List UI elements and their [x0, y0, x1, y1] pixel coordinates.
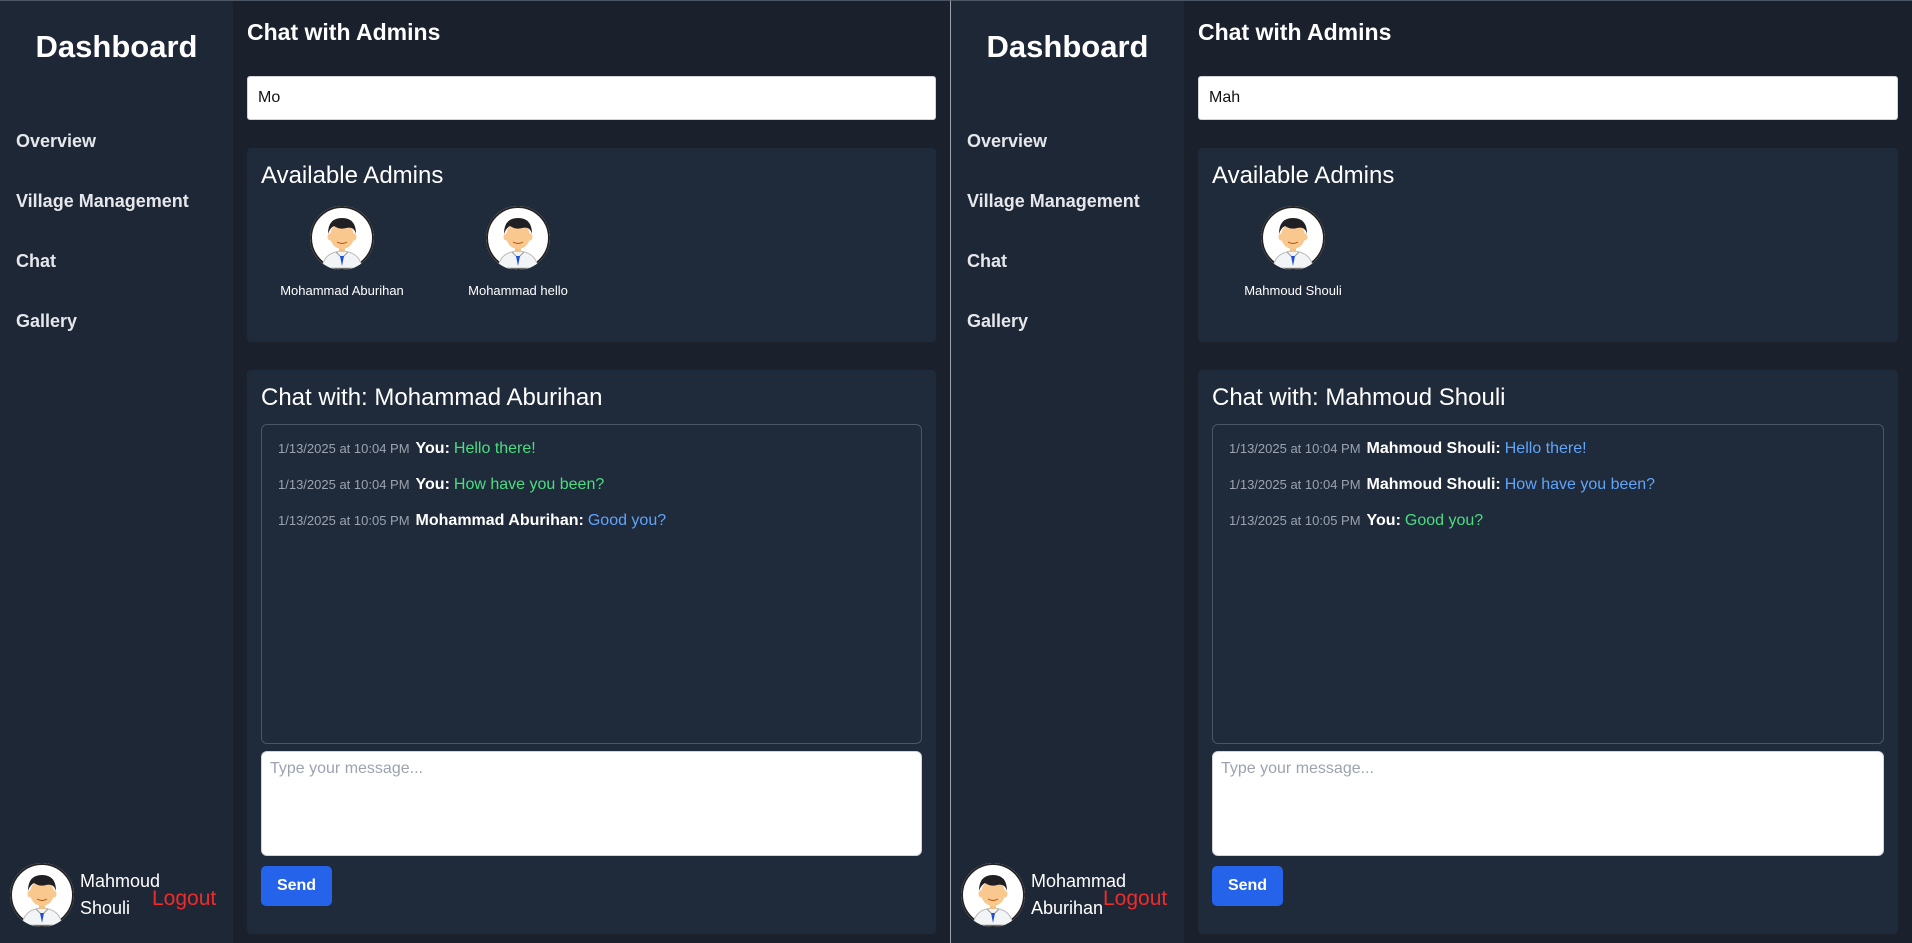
chat-card: Chat with: Mahmoud Shouli 1/13/2025 at 1… — [1198, 370, 1898, 934]
message-list[interactable]: 1/13/2025 at 10:04 PM Mahmoud Shouli: Hell… — [1212, 424, 1884, 744]
chat-message: 1/13/2025 at 10:04 PM You: Hello there! — [278, 439, 905, 459]
available-admins-card: Available Admins Mohammad Aburihan Moham… — [247, 148, 936, 342]
message-sender: Mahmoud Shouli: — [1366, 476, 1501, 493]
chat-message: 1/13/2025 at 10:05 PM Mohammad Aburihan: G… — [278, 511, 905, 531]
chat-card: Chat with: Mohammad Aburihan 1/13/2025 a… — [247, 370, 936, 934]
message-sender: Mohammad Aburihan: — [415, 512, 584, 529]
sidebar-item-chat[interactable]: Chat — [0, 251, 233, 311]
sidebar-item-village-management[interactable]: Village Management — [951, 191, 1184, 251]
brand-title: Dashboard — [35, 29, 198, 64]
message-sender: You: — [415, 440, 450, 457]
message-text: How have you been? — [453, 476, 605, 493]
sidebar-item-chat[interactable]: Chat — [951, 251, 1184, 311]
chat-message: 1/13/2025 at 10:04 PM Mahmoud Shouli: How … — [1229, 475, 1867, 495]
message-timestamp: 1/13/2025 at 10:05 PM — [1229, 513, 1361, 528]
message-text: Good you? — [587, 512, 667, 529]
message-sender: You: — [415, 476, 450, 493]
message-timestamp: 1/13/2025 at 10:04 PM — [278, 477, 410, 492]
sidebar-item-gallery[interactable]: Gallery — [0, 311, 233, 371]
admin-avatar-icon — [486, 206, 550, 270]
message-sender: Mahmoud Shouli: — [1366, 440, 1501, 457]
brand-title: Dashboard — [986, 29, 1149, 64]
admin-list: Mahmoud Shouli — [1212, 206, 1884, 298]
send-button[interactable]: Send — [261, 866, 332, 906]
admin-list: Mohammad Aburihan Mohammad hello — [261, 206, 922, 298]
message-timestamp: 1/13/2025 at 10:04 PM — [1229, 441, 1361, 456]
user-last-name: Aburihan — [1031, 898, 1104, 918]
message-input[interactable] — [261, 751, 922, 856]
available-admins-heading: Available Admins — [1212, 162, 1395, 189]
admin-search-input[interactable] — [1198, 76, 1898, 120]
page-title: Chat with Admins — [247, 19, 441, 45]
send-button[interactable]: Send — [1212, 866, 1283, 906]
admin-item[interactable]: Mohammad Aburihan — [261, 206, 423, 298]
user-avatar-icon — [10, 863, 74, 927]
user-avatar-icon — [961, 863, 1025, 927]
message-sender: You: — [1366, 512, 1401, 529]
message-text: Hello there! — [453, 440, 536, 457]
message-text: How have you been? — [1504, 476, 1656, 493]
admin-avatar-icon — [1261, 206, 1325, 270]
sidebar-item-gallery[interactable]: Gallery — [951, 311, 1184, 371]
message-timestamp: 1/13/2025 at 10:05 PM — [278, 513, 410, 528]
sidebar: Dashboard Overview Village Management Ch… — [0, 1, 233, 943]
admin-item[interactable]: Mahmoud Shouli — [1212, 206, 1374, 298]
main-content: Chat with Admins Available Admins Mahmou… — [1184, 1, 1912, 943]
sidebar: Dashboard Overview Village Management Ch… — [951, 1, 1184, 943]
message-timestamp: 1/13/2025 at 10:04 PM — [1229, 477, 1361, 492]
message-text: Hello there! — [1504, 440, 1587, 457]
chat-message: 1/13/2025 at 10:05 PM You: Good you? — [1229, 511, 1867, 531]
user-last-name: Shouli — [80, 898, 131, 918]
message-text: Good you? — [1404, 512, 1484, 529]
available-admins-card: Available Admins Mahmoud Shouli — [1198, 148, 1898, 342]
current-user: Mohammad Aburihan Logout — [961, 863, 1167, 927]
admin-item[interactable]: Mohammad hello — [437, 206, 599, 298]
user-first-name: Mahmoud — [80, 871, 161, 891]
sidebar-nav: Overview Village Management Chat Gallery — [951, 131, 1184, 371]
message-list[interactable]: 1/13/2025 at 10:04 PM You: Hello there! 1/1… — [261, 424, 922, 744]
admin-search-input[interactable] — [247, 76, 936, 120]
sidebar-nav: Overview Village Management Chat Gallery — [0, 131, 233, 371]
admin-name: Mohammad hello — [468, 283, 568, 298]
message-input[interactable] — [1212, 751, 1884, 856]
logout-link[interactable]: Logout — [152, 887, 216, 911]
user-name: Mahmoud Shouli — [80, 868, 161, 922]
admin-avatar-icon — [310, 206, 374, 270]
current-user: Mahmoud Shouli Logout — [10, 863, 216, 927]
left-window: Dashboard Overview Village Management Ch… — [0, 0, 950, 943]
main-content: Chat with Admins Available Admins Mohamm… — [233, 1, 950, 943]
right-window: Dashboard Overview Village Management Ch… — [950, 0, 1912, 943]
admin-name: Mahmoud Shouli — [1244, 283, 1342, 298]
message-timestamp: 1/13/2025 at 10:04 PM — [278, 441, 410, 456]
available-admins-heading: Available Admins — [261, 162, 444, 189]
sidebar-item-overview[interactable]: Overview — [0, 131, 233, 191]
chat-heading: Chat with: Mahmoud Shouli — [1212, 384, 1506, 411]
chat-heading: Chat with: Mohammad Aburihan — [261, 384, 603, 411]
chat-message: 1/13/2025 at 10:04 PM You: How have you be… — [278, 475, 905, 495]
user-name: Mohammad Aburihan — [1031, 868, 1127, 922]
sidebar-item-village-management[interactable]: Village Management — [0, 191, 233, 251]
sidebar-item-overview[interactable]: Overview — [951, 131, 1184, 191]
chat-message: 1/13/2025 at 10:04 PM Mahmoud Shouli: Hell… — [1229, 439, 1867, 459]
logout-link[interactable]: Logout — [1103, 887, 1167, 911]
user-first-name: Mohammad — [1031, 871, 1127, 891]
admin-name: Mohammad Aburihan — [280, 283, 404, 298]
page-title: Chat with Admins — [1198, 19, 1392, 45]
